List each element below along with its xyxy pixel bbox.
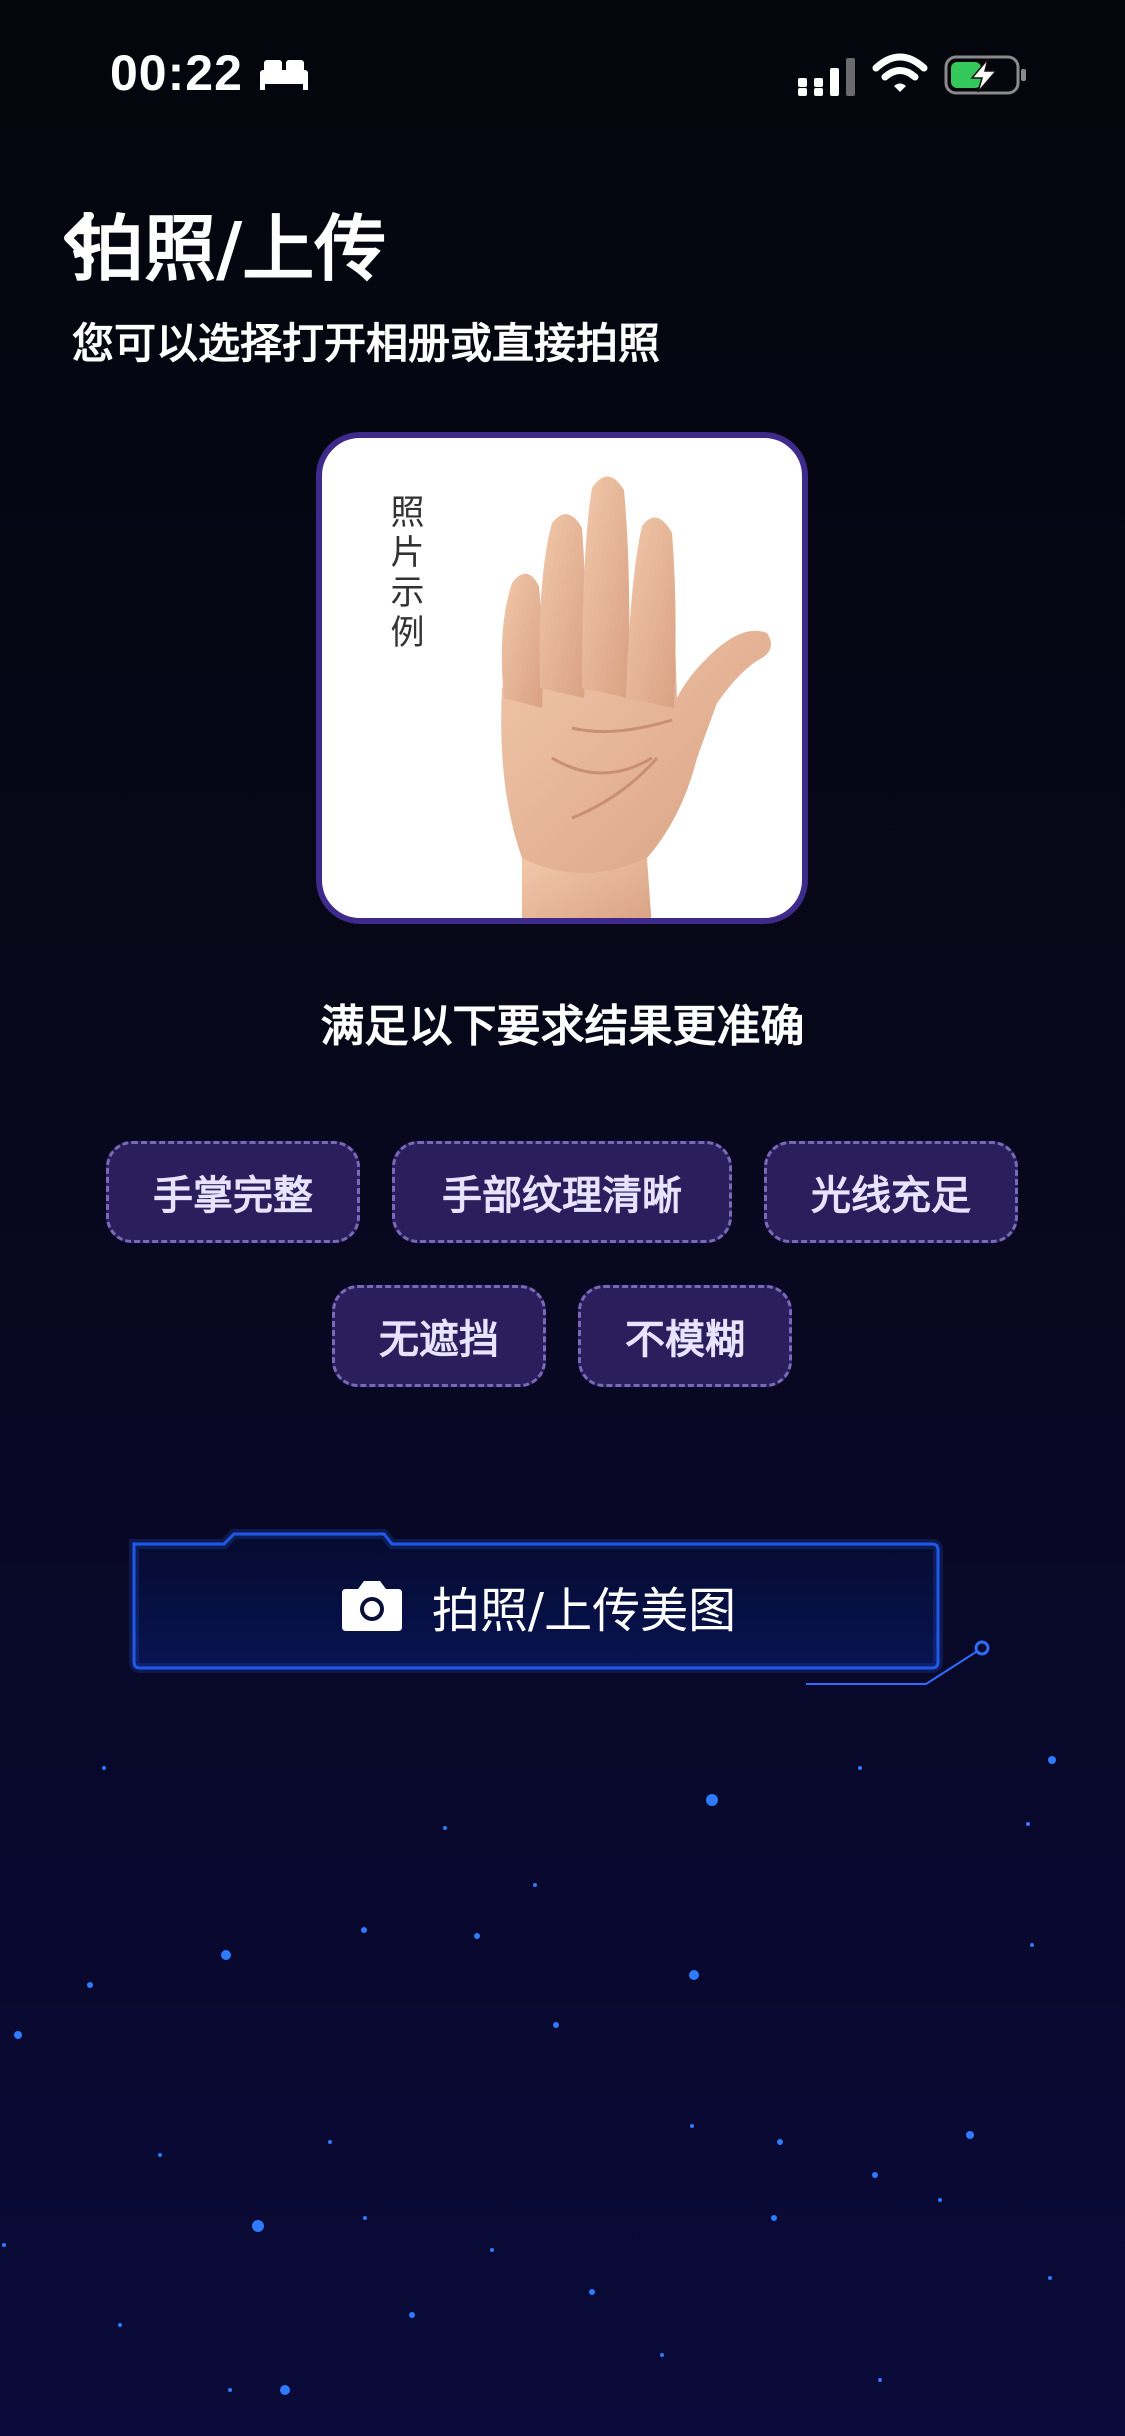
sample-caption: 照片示例: [384, 494, 424, 654]
bed-icon: [260, 60, 308, 90]
requirement-tag: 光线充足: [764, 1141, 1018, 1243]
requirement-tag: 手部纹理清晰: [392, 1141, 732, 1243]
upload-photo-button[interactable]: 拍照/上传美图: [136, 1544, 938, 1668]
upload-button-label: 拍照/上传美图: [431, 1583, 737, 1639]
battery-charging-icon: [944, 55, 1026, 95]
signal-icon: [798, 58, 855, 96]
status-time: 00:22: [110, 45, 243, 101]
requirement-tag: 无遮挡: [332, 1285, 546, 1387]
sample-photo-card: 照片示例: [316, 432, 808, 924]
camera-icon: [341, 1581, 402, 1631]
requirement-tag: 手掌完整: [106, 1141, 360, 1243]
requirements-heading: 满足以下要求结果更准确: [320, 1001, 805, 1052]
palm-hand-image: [501, 476, 771, 918]
wifi-icon: [872, 53, 928, 92]
status-bar: 00:22: [0, 0, 1125, 150]
page-subtitle: 您可以选择打开相册或直接拍照: [72, 319, 661, 368]
requirement-tag: 不模糊: [578, 1285, 792, 1387]
page-title: 拍照/上传: [72, 207, 387, 291]
starfield-background: [2, 1756, 1056, 2395]
